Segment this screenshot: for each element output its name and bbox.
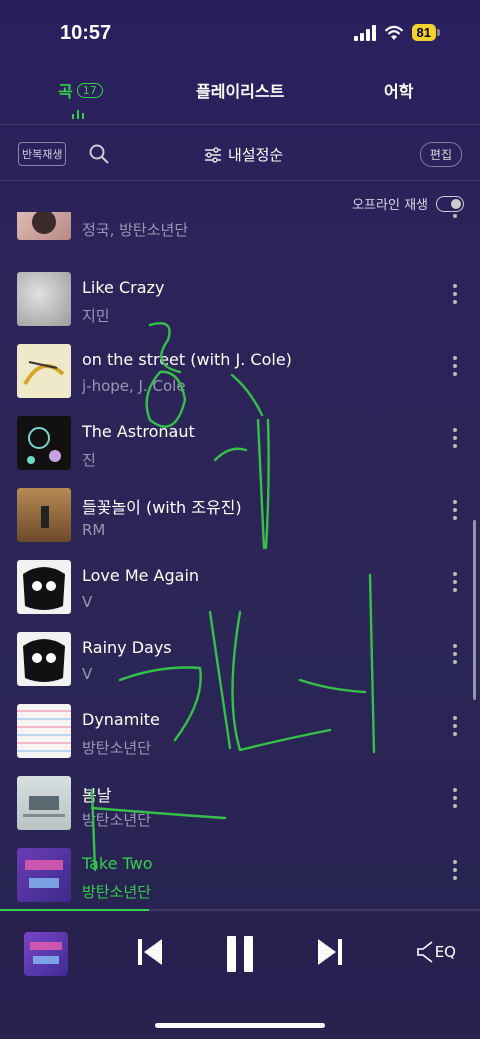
eq-label: EQ	[434, 943, 456, 961]
scrollbar[interactable]	[473, 520, 476, 700]
player-album-art[interactable]	[24, 932, 68, 976]
repeat-label: 반복재생	[22, 148, 63, 161]
wifi-icon	[384, 25, 403, 40]
search-icon[interactable]	[88, 143, 110, 165]
song-title: Love Me Again	[82, 566, 200, 585]
album-art	[17, 776, 71, 830]
speaker-icon	[416, 941, 433, 963]
song-row[interactable]: 봄날 방탄소년단	[0, 776, 480, 848]
repeat-button[interactable]: 반복재생	[18, 142, 67, 166]
song-artist: 방탄소년단	[82, 811, 152, 829]
song-artist: j-hope, J. Cole	[82, 377, 186, 395]
song-title: Like Crazy	[82, 278, 165, 297]
album-art	[17, 848, 71, 902]
now-playing-bars-icon	[72, 110, 84, 119]
song-artist: V	[82, 665, 93, 683]
sort-button[interactable]: 내설정순	[204, 144, 283, 165]
album-art	[17, 416, 71, 470]
album-art	[17, 488, 71, 542]
offline-play-row: 오프라인 재생	[352, 194, 464, 213]
mini-player: EQ	[0, 912, 480, 1002]
home-indicator[interactable]	[155, 1023, 325, 1028]
tab-songs-label: 곡	[58, 82, 73, 101]
song-row[interactable]: Dynamite 방탄소년단	[0, 704, 480, 776]
tab-vocab[interactable]: 어학	[384, 78, 413, 102]
more-icon[interactable]	[452, 644, 458, 664]
album-art	[17, 272, 71, 326]
eq-button[interactable]: EQ	[416, 940, 456, 964]
more-icon[interactable]	[452, 500, 458, 520]
playback-progress[interactable]	[0, 909, 480, 911]
song-artist: 지민	[82, 307, 110, 325]
more-icon[interactable]	[452, 428, 458, 448]
previous-icon[interactable]	[136, 934, 164, 970]
tab-divider	[0, 124, 480, 125]
sort-label: 내설정순	[228, 146, 284, 164]
song-artist: 방탄소년단	[82, 739, 152, 757]
song-artist: RM	[82, 521, 106, 539]
status-time: 10:57	[60, 22, 112, 44]
toolbar-divider	[0, 180, 480, 181]
more-icon[interactable]	[452, 356, 458, 376]
status-icons: 81	[353, 24, 440, 41]
album-art	[17, 560, 71, 614]
song-row[interactable]: 들꽃놀이 (with 조유진) RM	[0, 488, 480, 560]
tab-bar: 곡 17 플레이리스트 어학	[0, 78, 480, 124]
more-icon[interactable]	[452, 860, 458, 880]
song-artist: 진	[82, 451, 96, 469]
sliders-icon	[205, 146, 221, 163]
song-title: Dynamite	[82, 710, 160, 729]
song-row[interactable]: Love Me Again V	[0, 560, 480, 632]
tab-songs[interactable]: 곡 17	[58, 78, 103, 102]
edit-button[interactable]: 편집	[419, 142, 462, 167]
song-artist: V	[82, 593, 93, 611]
song-row[interactable]: Like Crazy 지민	[0, 272, 480, 344]
status-bar: 10:57 81	[0, 0, 480, 70]
offline-toggle[interactable]	[436, 195, 464, 212]
song-row[interactable]: on the street (with J. Cole) j-hope, J. …	[0, 344, 480, 416]
song-artist: 정국, 방탄소년단	[82, 221, 189, 239]
tab-playlist[interactable]: 플레이리스트	[196, 78, 284, 102]
signal-icon	[353, 24, 376, 41]
more-icon[interactable]	[452, 716, 458, 736]
song-title: Rainy Days	[82, 638, 172, 657]
song-row-now-playing[interactable]: Take Two 방탄소년단	[0, 848, 480, 910]
song-row[interactable]: Rainy Days V	[0, 632, 480, 704]
album-art	[17, 704, 71, 758]
more-icon[interactable]	[452, 788, 458, 808]
song-list: 정국, 방탄소년단 Like Crazy 지민 on the street (w…	[0, 212, 480, 910]
album-art	[17, 344, 71, 398]
song-artist: 방탄소년단	[82, 883, 152, 901]
list-toolbar: 반복재생 내설정순 편집	[0, 136, 480, 176]
more-icon[interactable]	[452, 572, 458, 592]
next-icon[interactable]	[316, 934, 344, 970]
progress-fill	[0, 909, 149, 911]
song-title: Take Two	[82, 854, 153, 873]
song-title: The Astronaut	[82, 422, 195, 441]
song-row[interactable]: 정국, 방탄소년단	[0, 212, 480, 258]
songs-count-badge: 17	[76, 82, 103, 98]
offline-label: 오프라인 재생	[352, 198, 428, 213]
song-row[interactable]: The Astronaut 진	[0, 416, 480, 488]
more-icon[interactable]	[452, 284, 458, 304]
song-title: 들꽃놀이 (with 조유진)	[82, 498, 242, 517]
song-title: 봄날	[82, 786, 112, 805]
battery-icon	[437, 29, 440, 36]
album-art	[17, 212, 71, 240]
album-art	[17, 632, 71, 686]
more-icon[interactable]	[452, 212, 458, 218]
battery-level: 81	[411, 24, 436, 41]
pause-icon[interactable]	[224, 934, 256, 974]
song-title: on the street (with J. Cole)	[82, 350, 292, 369]
